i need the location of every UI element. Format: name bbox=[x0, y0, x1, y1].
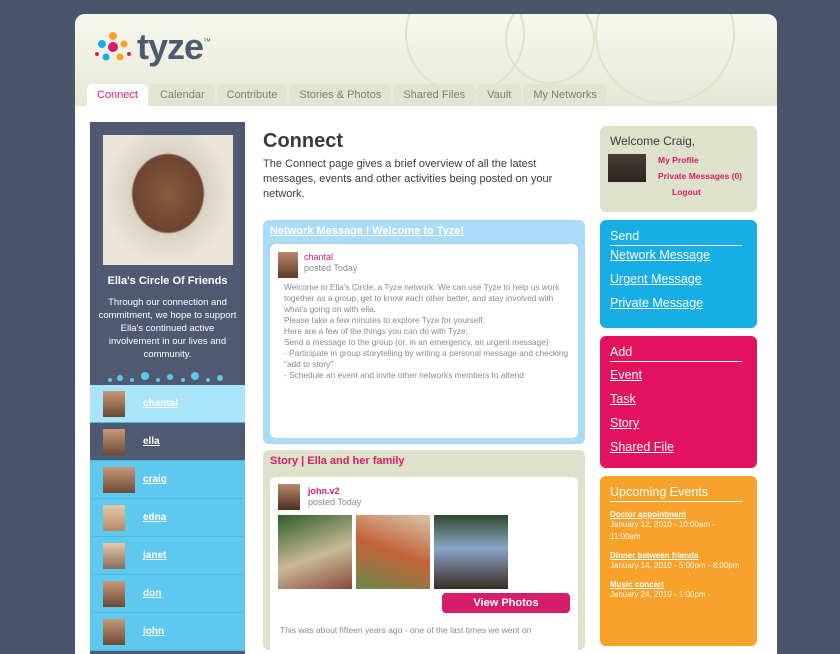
network-message-heading[interactable]: Network Message | Welcome to Tyze! bbox=[263, 220, 585, 242]
story-heading[interactable]: Story | Ella and her family bbox=[263, 450, 585, 472]
private-messages-link[interactable]: Private Messages (0) bbox=[658, 171, 742, 181]
member-list: chantal ella craig edna janet don john bbox=[90, 385, 245, 651]
main-content: Connect The Connect page gives a brief o… bbox=[263, 130, 585, 202]
tab-connect[interactable]: Connect bbox=[87, 84, 148, 106]
network-owner-photo bbox=[103, 135, 233, 265]
send-private-message-link[interactable]: Private Message bbox=[610, 296, 747, 310]
circle-description: Through our connection and commitment, w… bbox=[98, 297, 237, 360]
my-profile-link[interactable]: My Profile bbox=[658, 155, 699, 165]
member-item[interactable]: don bbox=[90, 575, 245, 613]
story-text: This was about fifteen years ago - one o… bbox=[280, 625, 532, 635]
member-item[interactable]: ella bbox=[90, 423, 245, 461]
tab-contribute[interactable]: Contribute bbox=[216, 84, 288, 106]
event-date: January 12, 2010 - 10:00am - 11:00am bbox=[610, 520, 715, 541]
event-date: January 24, 2010 - 1:00pm - bbox=[610, 590, 711, 599]
app-frame: tyze ™ Connect Calendar Contribute Stori… bbox=[75, 14, 777, 654]
welcome-title: Welcome Craig, bbox=[610, 134, 696, 148]
avatar bbox=[103, 428, 125, 455]
member-item[interactable]: janet bbox=[90, 537, 245, 575]
left-sidebar: Ella's Circle Of Friends Through our con… bbox=[90, 122, 245, 654]
header: tyze ™ Connect Calendar Contribute Stori… bbox=[75, 14, 777, 106]
add-story-link[interactable]: Story bbox=[610, 416, 747, 430]
tab-shared-files[interactable]: Shared Files bbox=[393, 84, 476, 106]
photo-thumbnail[interactable] bbox=[434, 515, 508, 589]
post-body: Welcome to Ella's Circle, a Tyze network… bbox=[284, 282, 569, 380]
tab-my-networks[interactable]: My Networks bbox=[523, 84, 607, 106]
add-panel: Add Event Task Story Shared File bbox=[600, 336, 757, 468]
member-item[interactable]: craig bbox=[90, 461, 245, 499]
photo-thumbnail[interactable] bbox=[278, 515, 352, 589]
network-message-card: chantal posted Today Welcome to Ella's C… bbox=[270, 244, 578, 438]
avatar bbox=[103, 618, 125, 645]
logo-trademark: ™ bbox=[203, 36, 212, 46]
member-name[interactable]: ella bbox=[143, 436, 160, 447]
member-item[interactable]: chantal bbox=[90, 385, 245, 423]
add-event-link[interactable]: Event bbox=[610, 368, 747, 382]
tyze-flower-icon bbox=[95, 32, 131, 61]
main-tabs: Connect Calendar Contribute Stories & Ph… bbox=[87, 84, 609, 106]
dots-decoration-icon bbox=[108, 372, 223, 382]
avatar bbox=[608, 154, 646, 182]
story-time: posted Today bbox=[308, 497, 362, 507]
post-time: posted Today bbox=[304, 263, 358, 273]
tab-vault[interactable]: Vault bbox=[477, 84, 522, 106]
member-name[interactable]: don bbox=[143, 588, 161, 599]
add-title: Add bbox=[610, 345, 742, 362]
avatar bbox=[103, 580, 125, 607]
header-decoration bbox=[595, 14, 735, 104]
avatar bbox=[103, 390, 125, 417]
avatar bbox=[103, 466, 135, 493]
member-name[interactable]: john bbox=[143, 626, 164, 637]
view-photos-button[interactable]: View Photos bbox=[442, 593, 570, 613]
member-name[interactable]: chantal bbox=[143, 398, 178, 409]
network-message-panel: Network Message | Welcome to Tyze! chant… bbox=[263, 220, 585, 444]
welcome-panel: Welcome Craig, My Profile Private Messag… bbox=[600, 126, 757, 212]
member-item[interactable]: edna bbox=[90, 499, 245, 537]
member-name[interactable]: edna bbox=[143, 512, 166, 523]
member-item[interactable]: john bbox=[90, 613, 245, 651]
logo[interactable]: tyze ™ bbox=[93, 26, 211, 68]
send-panel: Send Network Message Urgent Message Priv… bbox=[600, 220, 757, 328]
avatar bbox=[103, 542, 125, 569]
member-name[interactable]: janet bbox=[143, 550, 166, 561]
avatar bbox=[278, 484, 300, 510]
page-intro: The Connect page gives a brief overview … bbox=[263, 158, 553, 200]
circle-title: Ella's Circle Of Friends bbox=[107, 275, 228, 287]
event-title[interactable]: Dinner between friends bbox=[610, 551, 747, 560]
story-panel: Story | Ella and her family john.v2 post… bbox=[263, 450, 585, 654]
tab-calendar[interactable]: Calendar bbox=[149, 84, 215, 106]
add-shared-file-link[interactable]: Shared File bbox=[610, 440, 747, 454]
events-title: Upcoming Events bbox=[610, 485, 742, 502]
post-author[interactable]: chantal bbox=[304, 252, 333, 262]
upcoming-events-panel: Upcoming Events Doctor appointment Janua… bbox=[600, 476, 757, 646]
right-sidebar: Welcome Craig, My Profile Private Messag… bbox=[600, 126, 757, 646]
tab-stories-photos[interactable]: Stories & Photos bbox=[289, 84, 392, 106]
add-task-link[interactable]: Task bbox=[610, 392, 747, 406]
story-card: john.v2 posted Today View Photos This wa… bbox=[270, 477, 578, 654]
send-title: Send bbox=[610, 229, 742, 246]
avatar bbox=[278, 252, 298, 278]
send-network-message-link[interactable]: Network Message bbox=[610, 248, 747, 262]
logout-link[interactable]: Logout bbox=[672, 187, 701, 197]
logo-text: tyze bbox=[137, 26, 204, 67]
send-urgent-message-link[interactable]: Urgent Message bbox=[610, 272, 747, 286]
header-decoration bbox=[505, 14, 595, 84]
page-title: Connect bbox=[263, 130, 343, 152]
event-title[interactable]: Doctor appointment bbox=[610, 510, 747, 519]
avatar bbox=[103, 504, 125, 531]
story-author[interactable]: john.v2 bbox=[308, 486, 340, 496]
photo-thumbnail[interactable] bbox=[356, 515, 430, 589]
member-name[interactable]: craig bbox=[143, 474, 167, 485]
event-date: January 14, 2010 - 5:00pm - 8:00pm bbox=[610, 561, 740, 570]
event-title[interactable]: Music concert bbox=[610, 580, 747, 589]
